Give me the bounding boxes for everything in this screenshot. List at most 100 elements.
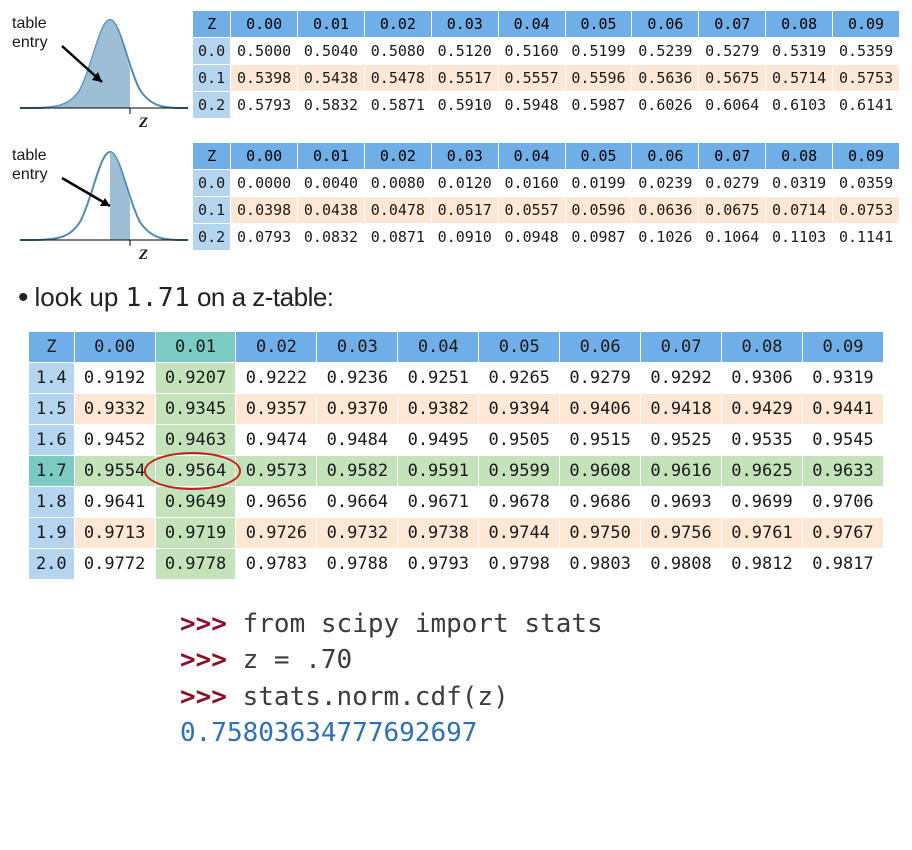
z-cell: 0.9812	[722, 549, 803, 580]
z-cell: 0.9706	[802, 487, 883, 518]
z-cell: 0.5160	[498, 38, 565, 65]
z-cell: 0.5596	[565, 65, 632, 92]
z-cell: 0.9719	[155, 518, 236, 549]
z-cell: 0.1141	[833, 224, 900, 251]
z-cell: 0.9306	[722, 363, 803, 394]
z-cell: 0.5080	[364, 38, 431, 65]
col-header: 0.00	[231, 11, 298, 38]
z-cell: 0.5948	[498, 92, 565, 119]
z-cell: 0.1064	[699, 224, 766, 251]
z-row-header: 0.0	[193, 38, 231, 65]
col-header: 0.00	[74, 332, 155, 363]
z-header: Z	[193, 11, 231, 38]
z-row-header: 1.9	[29, 518, 75, 549]
z-cell: 0.9192	[74, 363, 155, 394]
z-cell: 0.9441	[802, 394, 883, 425]
z-table-main: Z0.000.010.020.030.040.050.060.070.080.0…	[28, 331, 884, 580]
z-cell: 0.9678	[479, 487, 560, 518]
z-cell: 0.9616	[641, 456, 722, 487]
z-cell: 0.5120	[431, 38, 498, 65]
z-cell: 0.9608	[560, 456, 641, 487]
col-header: 0.06	[632, 11, 699, 38]
z-cell: 0.9798	[479, 549, 560, 580]
z-cell: 0.5239	[632, 38, 699, 65]
z-cell: 0.9370	[317, 394, 398, 425]
z-cell: 0.9599	[479, 456, 560, 487]
col-header: 0.03	[431, 11, 498, 38]
col-header: 0.02	[364, 143, 431, 170]
z-cell: 0.9656	[236, 487, 317, 518]
z-cell: 0.9693	[641, 487, 722, 518]
z-header: Z	[193, 143, 231, 170]
z-cell: 0.0636	[632, 197, 699, 224]
z-cell: 0.9545	[802, 425, 883, 456]
z-row-header: 1.4	[29, 363, 75, 394]
z-cell: 0.9505	[479, 425, 560, 456]
z-cell: 0.0517	[431, 197, 498, 224]
z-cell: 0.9382	[398, 394, 479, 425]
z-row-header: 2.0	[29, 549, 75, 580]
z-cell: 0.5319	[766, 38, 833, 65]
z-cell: 0.5517	[431, 65, 498, 92]
z-cell: 0.9756	[641, 518, 722, 549]
z-cell: 0.9394	[479, 394, 560, 425]
z-row-header: 0.2	[193, 92, 231, 119]
z-cell: 0.9535	[722, 425, 803, 456]
col-header: 0.02	[364, 11, 431, 38]
z-cell: 0.0675	[699, 197, 766, 224]
z-cell: 0.0793	[231, 224, 298, 251]
col-header: 0.05	[565, 11, 632, 38]
z-cell: 0.9699	[722, 487, 803, 518]
z-cell: 0.9582	[317, 456, 398, 487]
z-table-upper: Z0.000.010.020.030.040.050.060.070.080.0…	[192, 10, 900, 119]
z-cell: 0.5557	[498, 65, 565, 92]
z-cell: 0.9357	[236, 394, 317, 425]
z-cell: 0.9452	[74, 425, 155, 456]
col-header: 0.06	[560, 332, 641, 363]
z-cell: 0.9761	[722, 518, 803, 549]
z-cell: 0.5438	[298, 65, 365, 92]
z-cell: 0.9418	[641, 394, 722, 425]
python-repl: >>> from scipy import stats >>> z = .70 …	[180, 606, 902, 752]
z-cell: 0.9783	[236, 549, 317, 580]
z-cell: 0.9292	[641, 363, 722, 394]
z-cell: 0.0040	[298, 170, 365, 197]
z-cell: 0.0319	[766, 170, 833, 197]
col-header: 0.09	[833, 11, 900, 38]
z-cell: 0.9406	[560, 394, 641, 425]
z-cell: 0.0398	[231, 197, 298, 224]
z-cell: 0.0948	[498, 224, 565, 251]
col-header: 0.08	[766, 11, 833, 38]
col-header: 0.01	[298, 143, 365, 170]
z-cell: 0.5753	[833, 65, 900, 92]
col-header: 0.04	[498, 11, 565, 38]
z-axis-label-1: Z	[139, 115, 148, 132]
z-cell: 0.5398	[231, 65, 298, 92]
z-cell: 0.5714	[766, 65, 833, 92]
z-cell: 0.5793	[231, 92, 298, 119]
col-header: 0.07	[699, 143, 766, 170]
z-cell: 0.0832	[298, 224, 365, 251]
z-cell: 0.9625	[722, 456, 803, 487]
col-header: 0.08	[766, 143, 833, 170]
col-header: 0.07	[641, 332, 722, 363]
col-header: 0.02	[236, 332, 317, 363]
col-header: 0.03	[317, 332, 398, 363]
z-cell: 0.9591	[398, 456, 479, 487]
col-header: 0.09	[802, 332, 883, 363]
z-cell: 0.9788	[317, 549, 398, 580]
z-cell: 0.5636	[632, 65, 699, 92]
z-axis-label-2: Z	[139, 247, 148, 264]
col-header: 0.00	[231, 143, 298, 170]
z-cell: 0.9671	[398, 487, 479, 518]
z-cell: 0.9778	[155, 549, 236, 580]
table-entry-label-2: tableentry	[12, 146, 48, 184]
z-cell: 0.9345	[155, 394, 236, 425]
z-cell: 0.9222	[236, 363, 317, 394]
z-cell: 0.9817	[802, 549, 883, 580]
z-cell: 0.9664	[317, 487, 398, 518]
z-cell: 0.5675	[699, 65, 766, 92]
z-cell: 0.0753	[833, 197, 900, 224]
z-cell: 0.6064	[699, 92, 766, 119]
z-cell: 0.5359	[833, 38, 900, 65]
